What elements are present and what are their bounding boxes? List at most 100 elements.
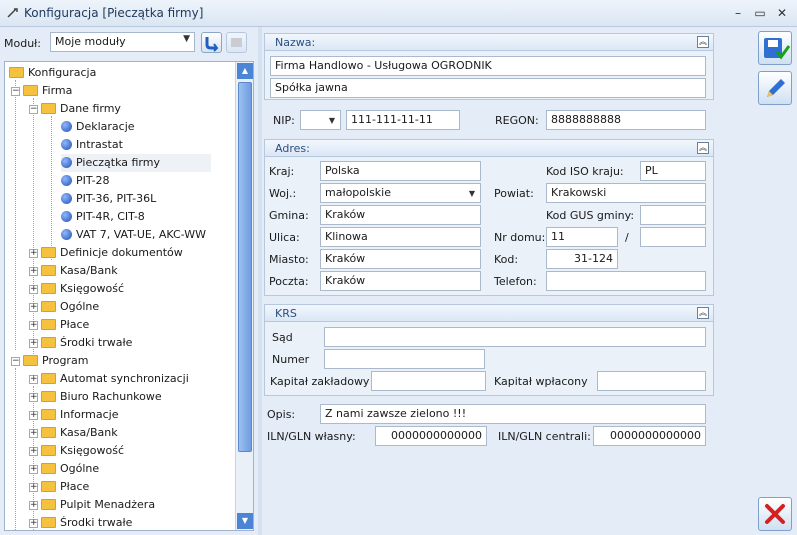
maximize-button[interactable]: ▭ xyxy=(750,4,770,22)
expand-icon[interactable]: + xyxy=(29,338,38,348)
tree-node-pulpit-menadzera[interactable]: + Pulpit Menadżera xyxy=(29,496,155,514)
tree-node-srodki-trwale[interactable]: + Środki trwałe xyxy=(29,334,132,352)
config-leaf-icon xyxy=(61,156,72,168)
config-tree[interactable]: Konfiguracja − Firma − Dane firmy Deklarac… xyxy=(4,61,254,531)
name-line1-field[interactable]: Firma Handlowo - Usługowa OGRODNIK xyxy=(270,56,706,76)
tree-item-vat-7[interactable]: VAT 7, VAT-UE, AKC-WW xyxy=(61,226,206,244)
tree-node-informacje[interactable]: + Informacje xyxy=(29,406,118,424)
expand-icon[interactable]: + xyxy=(29,428,38,438)
expand-icon[interactable]: + xyxy=(29,392,38,402)
tree-node-program-srodki-trwale[interactable]: + Środki trwałe xyxy=(29,514,132,530)
ulica-label: Ulica: xyxy=(269,231,300,244)
edit-button[interactable] xyxy=(758,71,792,105)
iln-wlasny-field[interactable]: 0000000000000 xyxy=(375,426,487,446)
minimize-button[interactable]: – xyxy=(728,4,748,22)
expand-icon[interactable]: + xyxy=(29,302,38,312)
kapital-zakladowy-field[interactable] xyxy=(371,371,486,391)
nr-domu-field[interactable]: 11 xyxy=(546,227,618,247)
cancel-button[interactable] xyxy=(758,497,792,531)
miasto-field[interactable]: Kraków xyxy=(320,249,481,269)
wojewodztwo-select[interactable]: małopolskie ▼ xyxy=(320,183,481,203)
tree-node-kasa-bank[interactable]: + Kasa/Bank xyxy=(29,262,118,280)
tree-item-pieczatka-firmy[interactable]: Pieczątka firmy xyxy=(61,154,211,172)
telefon-field[interactable] xyxy=(546,271,706,291)
module-label: Moduł: xyxy=(4,37,42,50)
expand-icon[interactable]: + xyxy=(29,518,38,528)
tree-node-definicje-dokumentow[interactable]: + Definicje dokumentów xyxy=(29,244,183,262)
tree-item-deklaracje[interactable]: Deklaracje xyxy=(61,118,135,136)
refresh-button[interactable] xyxy=(201,32,222,53)
sad-field[interactable] xyxy=(324,327,706,347)
kod-pocztowy-field[interactable]: 31-124 xyxy=(546,249,618,269)
tree-node-biuro-rachunkowe[interactable]: + Biuro Rachunkowe xyxy=(29,388,162,406)
tree-node-place[interactable]: + Płace xyxy=(29,316,89,334)
opis-field[interactable]: Z nami zawsze zielono !!! xyxy=(320,404,706,424)
module-config-button[interactable] xyxy=(226,32,247,53)
ulica-field[interactable]: Klinowa xyxy=(320,227,481,247)
expand-icon[interactable]: + xyxy=(29,446,38,456)
nip-prefix-select[interactable]: ▼ xyxy=(300,110,341,130)
tree-node-program[interactable]: − Program xyxy=(11,352,88,370)
expand-icon[interactable]: + xyxy=(29,482,38,492)
tree-node-ogolne[interactable]: + Ogólne xyxy=(29,298,99,316)
miasto-label: Miasto: xyxy=(269,253,309,266)
collapse-section-button[interactable]: ︽ xyxy=(697,307,709,319)
nr-lokalu-field[interactable] xyxy=(640,227,706,247)
regon-field[interactable]: 8888888888 xyxy=(546,110,706,130)
nip-field[interactable]: 111-111-11-11 xyxy=(346,110,460,130)
tree-item-pit-36[interactable]: PIT-36, PIT-36L xyxy=(61,190,156,208)
tree-node-program-place[interactable]: + Płace xyxy=(29,478,89,496)
tree-node-program-ksiegowosc[interactable]: + Księgowość xyxy=(29,442,124,460)
collapse-icon[interactable]: − xyxy=(11,86,20,96)
gmina-field[interactable]: Kraków xyxy=(320,205,481,225)
iln-centrali-field[interactable]: 0000000000000 xyxy=(593,426,706,446)
expand-icon[interactable]: + xyxy=(29,320,38,330)
tree-item-intrastat[interactable]: Intrastat xyxy=(61,136,123,154)
powiat-field[interactable]: Krakowski xyxy=(546,183,706,203)
tree-item-pit-4r[interactable]: PIT-4R, CIT-8 xyxy=(61,208,145,226)
expand-icon[interactable]: + xyxy=(29,410,38,420)
kraj-field[interactable]: Polska xyxy=(320,161,481,181)
tree-node-firma[interactable]: − Firma xyxy=(11,82,72,100)
collapse-icon[interactable]: − xyxy=(29,104,38,114)
kapital-wplacony-field[interactable] xyxy=(597,371,706,391)
folder-icon xyxy=(23,354,38,366)
tree-node-program-kasa-bank[interactable]: + Kasa/Bank xyxy=(29,424,118,442)
save-button[interactable] xyxy=(758,31,792,65)
collapse-section-button[interactable]: ︽ xyxy=(697,142,709,154)
module-select[interactable]: Moje moduły ▼ xyxy=(50,32,195,52)
regon-label: REGON: xyxy=(495,114,539,127)
folder-icon xyxy=(41,516,56,528)
opis-label: Opis: xyxy=(267,408,296,421)
expand-icon[interactable]: + xyxy=(29,500,38,510)
folder-icon xyxy=(41,372,56,384)
expand-icon[interactable]: + xyxy=(29,464,38,474)
name-line2-field[interactable]: Spółka jawna xyxy=(270,78,706,98)
close-window-button[interactable]: ✕ xyxy=(772,4,792,22)
expand-icon[interactable]: + xyxy=(29,248,38,258)
section-adres-header: Adres: ︽ xyxy=(265,140,713,157)
tree-node-konfiguracja[interactable]: Konfiguracja xyxy=(9,64,96,82)
expand-icon[interactable]: + xyxy=(29,284,38,294)
collapse-section-button[interactable]: ︽ xyxy=(697,36,709,48)
numer-krs-field[interactable] xyxy=(324,349,485,369)
poczta-field[interactable]: Kraków xyxy=(320,271,481,291)
folder-icon xyxy=(41,264,56,276)
tree-item-pit-28[interactable]: PIT-28 xyxy=(61,172,110,190)
module-icon xyxy=(231,38,242,47)
scroll-thumb[interactable] xyxy=(238,82,252,452)
tree-node-program-ogolne[interactable]: + Ogólne xyxy=(29,460,99,478)
gus-field[interactable] xyxy=(640,205,706,225)
kod-label: Kod: xyxy=(494,253,519,266)
scroll-down-button[interactable]: ▼ xyxy=(237,513,253,529)
tree-scrollbar[interactable]: ▲ ▼ xyxy=(235,62,253,530)
tree-node-ksiegowosc[interactable]: + Księgowość xyxy=(29,280,124,298)
scroll-up-button[interactable]: ▲ xyxy=(237,63,253,79)
expand-icon[interactable]: + xyxy=(29,266,38,276)
expand-icon[interactable]: + xyxy=(29,374,38,384)
collapse-icon[interactable]: − xyxy=(11,356,20,366)
tree-node-dane-firmy[interactable]: − Dane firmy xyxy=(29,100,121,118)
wojewodztwo-label: Woj.: xyxy=(269,187,297,200)
iso-field[interactable]: PL xyxy=(640,161,706,181)
tree-node-automat-synchronizacji[interactable]: + Automat synchronizacji xyxy=(29,370,189,388)
